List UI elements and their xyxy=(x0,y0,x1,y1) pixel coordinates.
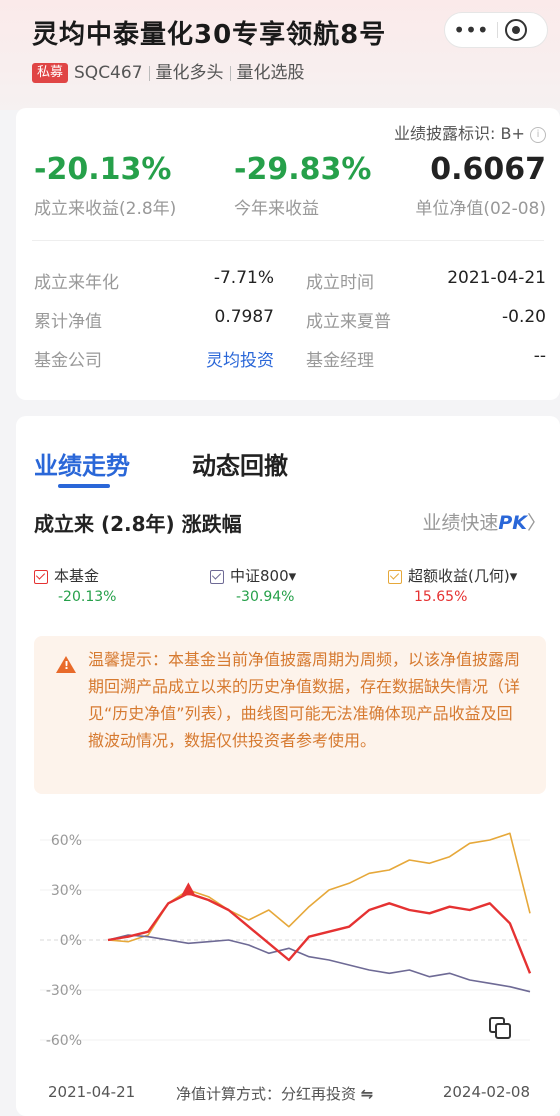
strategy-tag: 量化多头 xyxy=(156,63,224,83)
series-line xyxy=(108,893,530,973)
legend-index-value: -30.94% xyxy=(236,589,294,605)
disclosure-label[interactable]: 业绩披露标识: B+ i xyxy=(394,120,546,144)
pk-strong: PK xyxy=(498,512,527,534)
calc-method-label: 净值计算方式：分红再投资 xyxy=(176,1085,356,1103)
private-tag: 私募 xyxy=(32,63,68,83)
divider xyxy=(32,240,544,241)
y-tick-label: 30% xyxy=(51,883,82,899)
pk-link[interactable]: 业绩快速PK〉 xyxy=(422,508,546,535)
notice-box: 温馨提示：本基金当前净值披露周期为周频，以该净值披露周期回溯产品成立以来的历史净… xyxy=(34,636,546,794)
legend-excess-value: 15.65% xyxy=(414,589,467,605)
inception-label: 成立时间 xyxy=(306,268,374,293)
active-tab-indicator xyxy=(58,484,110,488)
swap-icon[interactable]: ⇋ xyxy=(361,1085,374,1103)
notice-text: 温馨提示：本基金当前净值披露周期为周频，以该净值披露周期回溯产品成立以来的历史净… xyxy=(88,646,528,754)
mini-program-capsule: ••• xyxy=(444,12,548,48)
fund-title: 灵均中泰量化30专享领航8号 xyxy=(32,14,386,51)
sharpe-label: 成立来夏普 xyxy=(306,307,391,332)
peak-marker xyxy=(181,882,195,895)
summary-card: 业绩披露标识: B+ i -20.13% 成立来收益(2.8年) -29.83%… xyxy=(16,108,560,400)
cum-nav-value: 0.7987 xyxy=(215,307,274,327)
checkbox-icon[interactable] xyxy=(210,570,224,584)
calc-method[interactable]: 净值计算方式：分红再投资 ⇋ xyxy=(176,1083,373,1104)
start-date: 2021-04-21 xyxy=(48,1083,135,1101)
y-tick-label: -60% xyxy=(46,1033,82,1049)
annualized-value: -7.71% xyxy=(214,268,274,288)
legend-fund-value: -20.13% xyxy=(58,589,116,605)
legend-index-label: 中证800▾ xyxy=(230,567,296,585)
legend-fund-label: 本基金 xyxy=(54,567,99,585)
close-icon[interactable] xyxy=(505,19,527,41)
fullscreen-icon[interactable] xyxy=(488,1016,512,1040)
sub-strategy-tag: 量化选股 xyxy=(237,63,305,83)
checkbox-icon[interactable] xyxy=(34,570,48,584)
tab-performance[interactable]: 业绩走势 xyxy=(34,446,130,481)
legend-index[interactable]: 中证800▾ xyxy=(210,565,296,586)
info-icon[interactable]: i xyxy=(530,127,546,143)
series-line xyxy=(108,935,530,992)
legend-excess[interactable]: 超额收益(几何)▾ xyxy=(388,565,517,586)
warning-icon xyxy=(56,656,76,673)
series-line xyxy=(108,833,530,941)
ytd-value: -29.83% xyxy=(234,152,371,187)
end-date: 2024-02-08 xyxy=(443,1083,530,1101)
checkbox-icon[interactable] xyxy=(388,570,402,584)
pk-label: 业绩快速 xyxy=(422,512,498,534)
divider xyxy=(149,66,150,81)
capsule-divider xyxy=(497,22,498,38)
more-icon[interactable]: ••• xyxy=(445,13,497,47)
inception-value: 2021-04-21 xyxy=(447,268,546,288)
y-tick-label: -30% xyxy=(46,983,82,999)
nav-label: 单位净值(02-08) xyxy=(415,194,546,219)
fund-code: SQC467 xyxy=(74,63,143,83)
y-tick-label: 0% xyxy=(60,933,82,949)
return-since-label: 成立来收益(2.8年) xyxy=(34,194,176,219)
annualized-label: 成立来年化 xyxy=(34,268,119,293)
manager-label: 基金经理 xyxy=(306,346,374,371)
chevron-right-icon: 〉 xyxy=(527,512,546,534)
legend-fund[interactable]: 本基金 xyxy=(34,565,99,586)
period-title: 成立来 (2.8年) 涨跌幅 xyxy=(34,508,242,537)
fund-tags: 私募 SQC467 量化多头量化选股 xyxy=(32,58,305,80)
performance-chart[interactable]: 60% 30% 0% -30% -60% xyxy=(0,810,560,1100)
y-tick-label: 60% xyxy=(51,833,82,849)
ytd-label: 今年来收益 xyxy=(234,194,319,219)
tab-drawdown[interactable]: 动态回撤 xyxy=(192,446,288,481)
divider xyxy=(230,66,231,81)
return-since-value: -20.13% xyxy=(34,152,171,187)
nav-value: 0.6067 xyxy=(430,152,546,187)
legend-excess-label: 超额收益(几何)▾ xyxy=(408,567,517,585)
sharpe-value: -0.20 xyxy=(502,307,546,327)
manager-value: -- xyxy=(534,346,546,366)
company-label: 基金公司 xyxy=(34,346,102,371)
cum-nav-label: 累计净值 xyxy=(34,307,102,332)
company-link[interactable]: 灵均投资 xyxy=(206,346,274,371)
